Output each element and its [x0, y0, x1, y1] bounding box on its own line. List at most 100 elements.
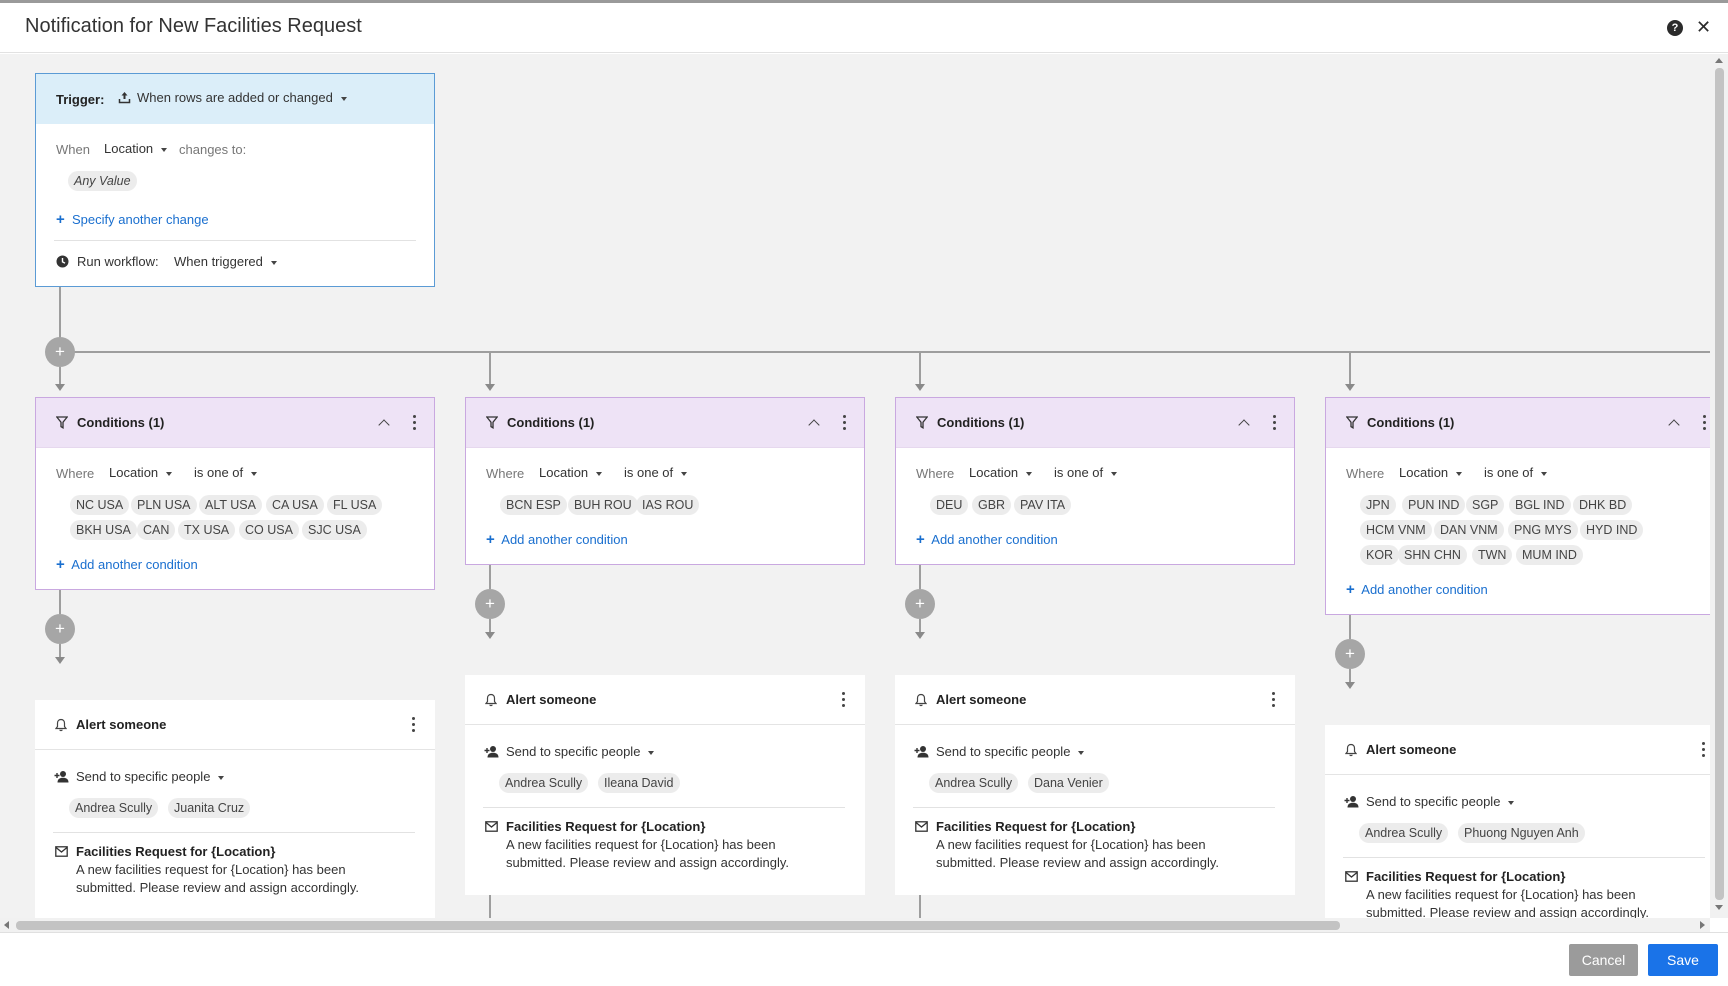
location-chip: BGL IND — [1509, 495, 1571, 515]
location-chip: HYD IND — [1580, 520, 1644, 540]
alert-title: Alert someone — [936, 692, 1027, 707]
alert-card-1: Alert someone Send to specific people An… — [35, 700, 435, 918]
trigger-field-dropdown[interactable]: Location — [104, 141, 168, 156]
scroll-right-arrow-icon[interactable] — [1700, 921, 1705, 929]
plus-icon: + — [56, 556, 65, 573]
divider — [54, 240, 416, 241]
condition-field-dropdown[interactable]: Location — [1399, 465, 1463, 480]
connector-line — [489, 895, 491, 918]
cancel-button[interactable]: Cancel — [1569, 944, 1638, 976]
arrow-down-icon — [485, 632, 495, 639]
person-chip: Andrea Scully — [929, 773, 1019, 793]
alert-title: Alert someone — [1366, 742, 1457, 757]
add-condition-link[interactable]: + Add another condition — [56, 556, 198, 573]
message-body-line-2: submitted. Please review and assign acco… — [1366, 905, 1650, 918]
trigger-field-value: Location — [104, 141, 154, 156]
horizontal-scroll-thumb[interactable] — [16, 921, 1340, 930]
chevron-up-icon[interactable] — [378, 419, 390, 431]
condition-operator-dropdown[interactable]: is one of — [1054, 465, 1118, 480]
divider — [53, 832, 415, 833]
chevron-up-icon[interactable] — [808, 419, 820, 431]
add-step-button[interactable]: + — [905, 589, 935, 619]
add-step-button[interactable]: + — [45, 337, 75, 367]
specify-change-link[interactable]: + Specify another change — [56, 211, 209, 228]
run-workflow-dropdown[interactable]: When triggered — [174, 254, 277, 269]
condition-field-value: Location — [539, 465, 589, 480]
filter-icon — [916, 416, 928, 429]
close-icon[interactable]: ✕ — [1696, 17, 1711, 37]
chevron-down-icon — [1508, 800, 1515, 805]
chevron-down-icon — [1541, 471, 1548, 476]
condition-operator-dropdown[interactable]: is one of — [194, 465, 258, 480]
divider — [1343, 857, 1705, 858]
when-label: When — [56, 142, 90, 157]
chevron-down-icon — [340, 96, 347, 101]
where-label: Where — [486, 466, 525, 481]
vertical-scrollbar[interactable] — [1710, 54, 1728, 918]
location-chip: PNG MYS — [1508, 520, 1578, 540]
alert-title: Alert someone — [76, 717, 167, 732]
condition-card-3: Conditions (1) Where Location is one of … — [895, 397, 1295, 565]
send-to-dropdown[interactable]: Send to specific people — [936, 744, 1085, 759]
location-chip: ALT USA — [199, 495, 262, 515]
workflow-canvas[interactable]: Trigger: When rows are added or changed … — [0, 54, 1710, 918]
condition-operator-dropdown[interactable]: is one of — [624, 465, 688, 480]
more-vert-icon[interactable] — [412, 717, 416, 733]
chevron-up-icon[interactable] — [1668, 419, 1680, 431]
more-vert-icon[interactable] — [1703, 415, 1707, 431]
more-vert-icon[interactable] — [413, 415, 417, 431]
where-label: Where — [1346, 466, 1385, 481]
condition-field-dropdown[interactable]: Location — [969, 465, 1033, 480]
condition-operator-dropdown[interactable]: is one of — [1484, 465, 1548, 480]
condition-card-4: Conditions (1) Where Location is one of … — [1325, 397, 1710, 615]
more-vert-icon[interactable] — [1702, 742, 1706, 758]
send-to-dropdown[interactable]: Send to specific people — [1366, 794, 1515, 809]
scroll-left-arrow-icon[interactable] — [4, 921, 9, 929]
add-condition-link[interactable]: + Add another condition — [1346, 581, 1488, 598]
more-vert-icon[interactable] — [1272, 692, 1276, 708]
condition-header: Conditions (1) — [466, 398, 864, 448]
add-condition-label: Add another condition — [71, 557, 198, 572]
scroll-down-arrow-icon[interactable] — [1715, 905, 1723, 910]
arrow-down-icon — [485, 384, 495, 391]
help-icon[interactable]: ? — [1667, 20, 1683, 36]
plus-icon: + — [56, 211, 65, 228]
arrow-down-icon — [915, 632, 925, 639]
location-chip: DAN VNM — [1434, 520, 1504, 540]
person-chip: Andrea Scully — [1359, 823, 1449, 843]
add-condition-label: Add another condition — [931, 532, 1058, 547]
any-value-chip: Any Value — [68, 171, 137, 191]
message-title: Facilities Request for {Location} — [506, 819, 706, 834]
chevron-down-icon — [681, 471, 688, 476]
horizontal-scrollbar[interactable] — [0, 918, 1710, 932]
add-step-button[interactable]: + — [1335, 639, 1365, 669]
condition-header: Conditions (1) — [1326, 398, 1710, 448]
add-condition-label: Add another condition — [1361, 582, 1488, 597]
condition-field-dropdown[interactable]: Location — [539, 465, 603, 480]
trigger-card: Trigger: When rows are added or changed … — [35, 73, 435, 287]
connector-line — [59, 590, 61, 614]
more-vert-icon[interactable] — [1273, 415, 1277, 431]
add-condition-link[interactable]: + Add another condition — [916, 531, 1058, 548]
person-add-icon — [54, 771, 69, 783]
trigger-type-dropdown[interactable]: When rows are added or changed — [118, 90, 347, 105]
connector-line — [1349, 615, 1351, 639]
plus-icon: + — [1346, 581, 1355, 598]
scroll-up-arrow-icon[interactable] — [1715, 58, 1723, 63]
add-step-button[interactable]: + — [45, 614, 75, 644]
add-condition-link[interactable]: + Add another condition — [486, 531, 628, 548]
chevron-up-icon[interactable] — [1238, 419, 1250, 431]
more-vert-icon[interactable] — [842, 692, 846, 708]
save-button[interactable]: Save — [1648, 944, 1718, 976]
add-step-button[interactable]: + — [475, 589, 505, 619]
message-title: Facilities Request for {Location} — [1366, 869, 1566, 884]
location-chip: TWN — [1472, 545, 1513, 565]
condition-field-dropdown[interactable]: Location — [109, 465, 173, 480]
person-add-icon — [914, 746, 929, 758]
send-to-dropdown[interactable]: Send to specific people — [506, 744, 655, 759]
send-to-value: Send to specific people — [936, 744, 1071, 759]
vertical-scroll-thumb[interactable] — [1715, 68, 1724, 900]
send-to-dropdown[interactable]: Send to specific people — [76, 769, 225, 784]
more-vert-icon[interactable] — [843, 415, 847, 431]
chevron-down-icon — [648, 750, 655, 755]
